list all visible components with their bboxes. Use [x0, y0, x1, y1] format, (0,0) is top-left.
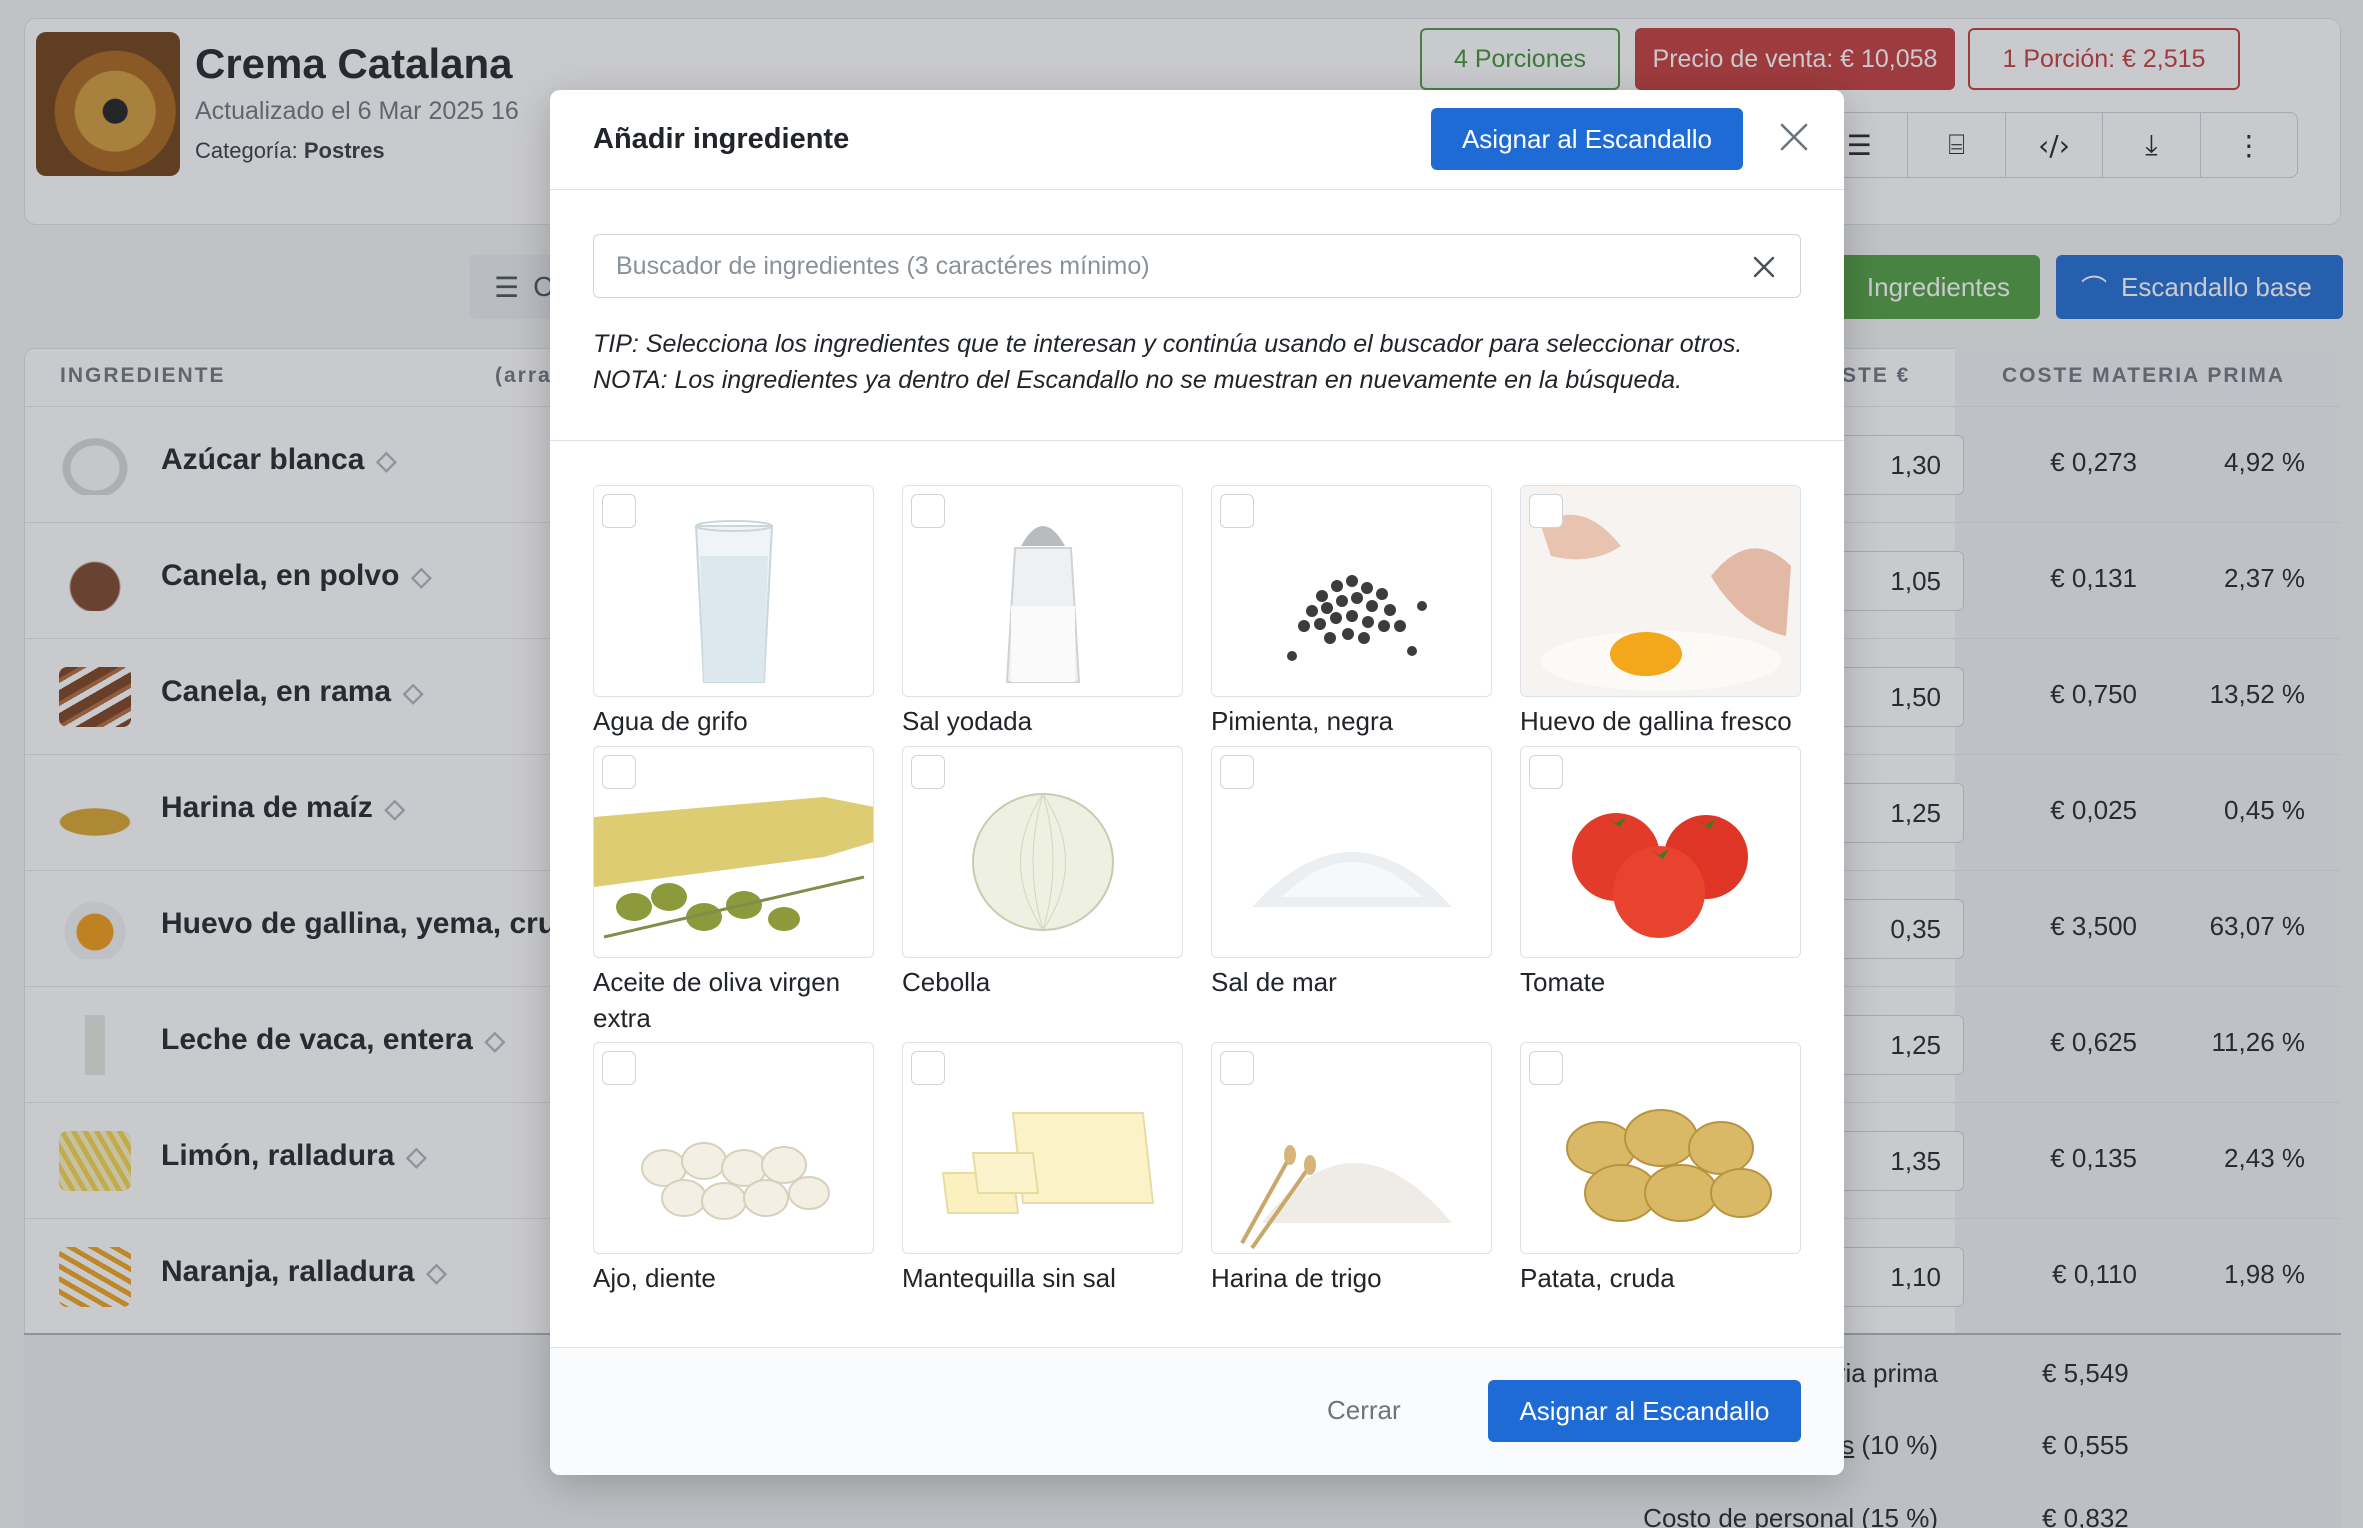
- close-icon[interactable]: [1772, 115, 1816, 159]
- ingredient-search[interactable]: [593, 234, 1801, 298]
- select-checkbox[interactable]: [911, 1051, 945, 1085]
- ingredient-label: Pimienta, negra: [1211, 706, 1394, 736]
- modal-divider: [550, 440, 1844, 441]
- select-checkbox[interactable]: [911, 755, 945, 789]
- ingredient-card[interactable]: Pimienta, negra: [1211, 485, 1492, 739]
- ingredient-label: Ajo, diente: [593, 1263, 716, 1293]
- select-checkbox[interactable]: [1220, 1051, 1254, 1085]
- ingredient-image[interactable]: [1520, 1042, 1801, 1254]
- close-button[interactable]: Cerrar: [1327, 1395, 1401, 1426]
- ingredient-card[interactable]: Sal yodada: [902, 485, 1183, 739]
- egg-illustration: [1521, 486, 1800, 696]
- add-ingredient-modal: Añadir ingrediente Asignar al Escandallo…: [550, 90, 1844, 1475]
- ingredient-image[interactable]: [593, 485, 874, 697]
- ingredient-card[interactable]: Patata, cruda: [1520, 1042, 1801, 1296]
- modal-title: Añadir ingrediente: [593, 123, 850, 155]
- ingredient-image[interactable]: [1211, 485, 1492, 697]
- ingredient-label: Huevo de gallina fresco: [1520, 706, 1792, 736]
- ingredient-label: Harina de trigo: [1211, 1263, 1382, 1293]
- peppercorn-illustration: [1287, 575, 1427, 661]
- modal-header: Añadir ingrediente Asignar al Escandallo: [550, 90, 1844, 190]
- ingredient-label: Patata, cruda: [1520, 1263, 1675, 1293]
- ingredient-image[interactable]: [1211, 1042, 1492, 1254]
- note-line: NOTA: Los ingredientes ya dentro del Esc…: [593, 366, 1683, 394]
- ingredient-image[interactable]: [902, 1042, 1183, 1254]
- ingredient-card[interactable]: Cebolla: [902, 746, 1183, 1000]
- select-checkbox[interactable]: [1529, 494, 1563, 528]
- select-checkbox[interactable]: [602, 494, 636, 528]
- ingredient-card[interactable]: Agua de grifo: [593, 485, 874, 739]
- select-checkbox[interactable]: [1529, 755, 1563, 789]
- ingredient-card[interactable]: Ajo, diente: [593, 1042, 874, 1296]
- olive-oil-illustration: [594, 797, 873, 939]
- select-checkbox[interactable]: [602, 1051, 636, 1085]
- water-glass-illustration: [694, 520, 774, 683]
- onion-illustration: [972, 793, 1114, 931]
- salt-shaker-illustration: [1005, 526, 1081, 683]
- ingredient-label: Sal yodada: [902, 706, 1033, 736]
- ingredient-label: Tomate: [1520, 967, 1606, 997]
- search-input[interactable]: [616, 245, 1716, 287]
- assign-button-bottom[interactable]: Asignar al Escandallo: [1488, 1380, 1801, 1442]
- potato-illustration: [1566, 1109, 1772, 1222]
- ingredient-card[interactable]: Sal de mar: [1211, 746, 1492, 1000]
- select-checkbox[interactable]: [1220, 755, 1254, 789]
- ingredient-card[interactable]: Tomate: [1520, 746, 1801, 1000]
- ingredient-card[interactable]: Harina de trigo: [1211, 1042, 1492, 1296]
- butter-illustration: [941, 1112, 1155, 1214]
- ingredient-label: Sal de mar: [1211, 967, 1337, 997]
- tomato-illustration: [1572, 813, 1748, 938]
- ingredient-image[interactable]: [593, 746, 874, 958]
- ingredient-label: Mantequilla sin sal: [902, 1263, 1116, 1293]
- tip-line: TIP: Selecciona los ingredientes que te …: [593, 330, 1743, 358]
- ingredient-label: Agua de grifo: [593, 706, 748, 736]
- select-checkbox[interactable]: [602, 755, 636, 789]
- ingredient-label: Aceite de oliva virgen extra: [593, 967, 841, 1033]
- ingredient-image[interactable]: [1520, 746, 1801, 958]
- select-checkbox[interactable]: [1529, 1051, 1563, 1085]
- clear-search-icon[interactable]: [1746, 249, 1782, 285]
- select-checkbox[interactable]: [911, 494, 945, 528]
- select-checkbox[interactable]: [1220, 494, 1254, 528]
- ingredient-image[interactable]: [593, 1042, 874, 1254]
- ingredient-image[interactable]: [1211, 746, 1492, 958]
- sea-salt-illustration: [1252, 852, 1452, 907]
- ingredient-image[interactable]: [1520, 485, 1801, 697]
- ingredient-card[interactable]: Huevo de gallina fresco: [1520, 485, 1801, 739]
- ingredient-card[interactable]: Aceite de oliva virgen extra: [593, 746, 874, 1036]
- assign-button-top[interactable]: Asignar al Escandallo: [1431, 108, 1743, 170]
- ingredient-image[interactable]: [902, 746, 1183, 958]
- ingredient-label: Cebolla: [902, 967, 991, 997]
- ingredient-image[interactable]: [902, 485, 1183, 697]
- tip-text: TIP: Selecciona los ingredientes que te …: [593, 326, 1742, 398]
- garlic-illustration: [641, 1142, 830, 1220]
- ingredient-card[interactable]: Mantequilla sin sal: [902, 1042, 1183, 1296]
- flour-illustration: [1240, 1145, 1452, 1250]
